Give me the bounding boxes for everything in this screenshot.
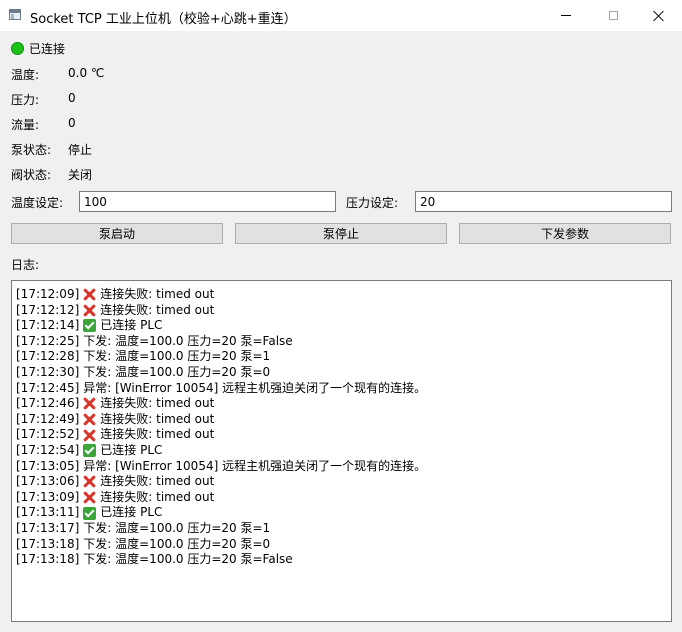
log-line: [17:13:11] 已连接 PLC <box>16 505 667 521</box>
log-line: [17:12:25] 下发: 温度=100.0 压力=20 泵=False <box>16 334 667 350</box>
log-message: 连接失败: timed out <box>100 489 215 504</box>
pump-start-button[interactable]: 泵启动 <box>11 223 223 244</box>
status-text: 已连接 <box>29 41 66 56</box>
log-message: 连接失败: timed out <box>100 427 215 442</box>
cross-mark-icon <box>83 429 96 442</box>
log-timestamp: [17:13:18] <box>16 552 80 567</box>
log-message: 已连接 PLC <box>100 442 163 457</box>
log-timestamp: [17:12:46] <box>16 396 80 411</box>
pressure-value: 0 <box>68 91 76 105</box>
cross-mark-icon <box>83 475 96 488</box>
log-line: [17:13:18] 下发: 温度=100.0 压力=20 泵=False <box>16 552 667 568</box>
window-title: Socket TCP 工业上位机（校验+心跳+重连） <box>30 12 297 27</box>
log-message: 异常: [WinError 10054] 远程主机强迫关闭了一个现有的连接。 <box>83 380 427 395</box>
pressure-setpoint-label: 压力设定: <box>346 196 399 210</box>
minimize-button[interactable] <box>543 0 589 31</box>
log-line: [17:13:06] 连接失败: timed out <box>16 474 667 490</box>
check-mark-icon <box>83 319 97 333</box>
log-timestamp: [17:12:14] <box>16 318 80 333</box>
log-message: 已连接 PLC <box>100 505 163 520</box>
log-line: [17:13:09] 连接失败: timed out <box>16 490 667 506</box>
log-timestamp: [17:12:49] <box>16 411 80 426</box>
temp-setpoint-input[interactable] <box>79 191 336 212</box>
temperature-label: 温度: <box>11 68 40 82</box>
temp-setpoint-label: 温度设定: <box>11 196 64 210</box>
flow-value: 0 <box>68 116 76 130</box>
close-button[interactable] <box>636 0 682 31</box>
maximize-button[interactable] <box>590 0 636 31</box>
log-line: [17:12:28] 下发: 温度=100.0 压力=20 泵=1 <box>16 349 667 365</box>
maximize-icon <box>608 11 618 20</box>
log-label: 日志: <box>11 258 40 272</box>
log-timestamp: [17:12:25] <box>16 333 80 348</box>
pressure-setpoint-input[interactable] <box>415 191 672 212</box>
log-line: [17:12:30] 下发: 温度=100.0 压力=20 泵=0 <box>16 365 667 381</box>
log-timestamp: [17:12:45] <box>16 380 80 395</box>
log-line: [17:12:45] 异常: [WinError 10054] 远程主机强迫关闭了… <box>16 381 667 397</box>
cross-mark-icon <box>83 397 96 410</box>
log-line: [17:12:14] 已连接 PLC <box>16 318 667 334</box>
log-timestamp: [17:13:11] <box>16 505 80 520</box>
log-message: 下发: 温度=100.0 压力=20 泵=0 <box>83 364 271 379</box>
log-timestamp: [17:13:09] <box>16 489 80 504</box>
log-line: [17:12:54] 已连接 PLC <box>16 443 667 459</box>
log-message: 连接失败: timed out <box>100 396 215 411</box>
valve-state-label: 阀状态: <box>11 168 52 182</box>
connection-status: 已连接 <box>11 40 65 56</box>
log-message: 连接失败: timed out <box>100 302 215 317</box>
cross-mark-icon <box>83 288 96 301</box>
app-window-icon <box>9 9 21 20</box>
cross-mark-icon <box>83 304 96 317</box>
pump-state-value: 停止 <box>68 143 93 157</box>
log-message: 连接失败: timed out <box>100 411 215 426</box>
log-message: 下发: 温度=100.0 压力=20 泵=False <box>83 333 293 348</box>
pump-stop-button[interactable]: 泵停止 <box>235 223 447 244</box>
log-timestamp: [17:12:09] <box>16 287 80 301</box>
title-bar: Socket TCP 工业上位机（校验+心跳+重连） <box>0 0 682 31</box>
log-timestamp: [17:12:52] <box>16 427 80 442</box>
log-line: [17:12:46] 连接失败: timed out <box>16 396 667 412</box>
log-line: [17:12:09] 连接失败: timed out <box>16 287 667 303</box>
log-message: 连接失败: timed out <box>100 287 215 301</box>
log-timestamp: [17:13:05] <box>16 458 80 473</box>
status-indicator-icon <box>11 41 24 55</box>
log-timestamp: [17:13:06] <box>16 474 80 489</box>
log-message: 下发: 温度=100.0 压力=20 泵=1 <box>83 349 271 364</box>
valve-state-value: 关闭 <box>68 168 93 182</box>
send-params-button[interactable]: 下发参数 <box>459 223 671 244</box>
check-mark-icon <box>83 444 97 458</box>
log-line: [17:12:49] 连接失败: timed out <box>16 412 667 428</box>
log-line: [17:13:05] 异常: [WinError 10054] 远程主机强迫关闭了… <box>16 459 667 475</box>
log-message: 已连接 PLC <box>100 318 163 333</box>
log-message: 下发: 温度=100.0 压力=20 泵=0 <box>83 536 271 551</box>
log-message: 连接失败: timed out <box>100 474 215 489</box>
log-timestamp: [17:12:28] <box>16 349 80 364</box>
check-mark-icon <box>83 506 97 520</box>
log-timestamp: [17:12:12] <box>16 302 80 317</box>
log-line: [17:12:52] 连接失败: timed out <box>16 427 667 443</box>
flow-label: 流量: <box>11 118 40 132</box>
pressure-label: 压力: <box>11 93 40 107</box>
temperature-value: 0.0 ℃ <box>68 66 105 80</box>
log-timestamp: [17:12:54] <box>16 442 80 457</box>
close-icon <box>653 10 665 22</box>
log-timestamp: [17:13:17] <box>16 520 80 535</box>
log-line: [17:13:18] 下发: 温度=100.0 压力=20 泵=0 <box>16 537 667 553</box>
log-text-area[interactable]: [17:12:09] 连接失败: timed out [17:12:12] 连接失败:… <box>11 280 672 622</box>
log-timestamp: [17:12:30] <box>16 364 80 379</box>
log-message: 异常: [WinError 10054] 远程主机强迫关闭了一个现有的连接。 <box>83 458 427 473</box>
minimize-icon <box>561 15 571 16</box>
log-timestamp: [17:13:18] <box>16 536 80 551</box>
log-line: [17:13:17] 下发: 温度=100.0 压力=20 泵=1 <box>16 521 667 537</box>
cross-mark-icon <box>83 413 96 426</box>
log-message: 下发: 温度=100.0 压力=20 泵=False <box>83 552 293 567</box>
log-message: 下发: 温度=100.0 压力=20 泵=1 <box>83 520 271 535</box>
log-line: [17:12:12] 连接失败: timed out <box>16 303 667 319</box>
pump-state-label: 泵状态: <box>11 143 52 157</box>
cross-mark-icon <box>83 491 96 504</box>
